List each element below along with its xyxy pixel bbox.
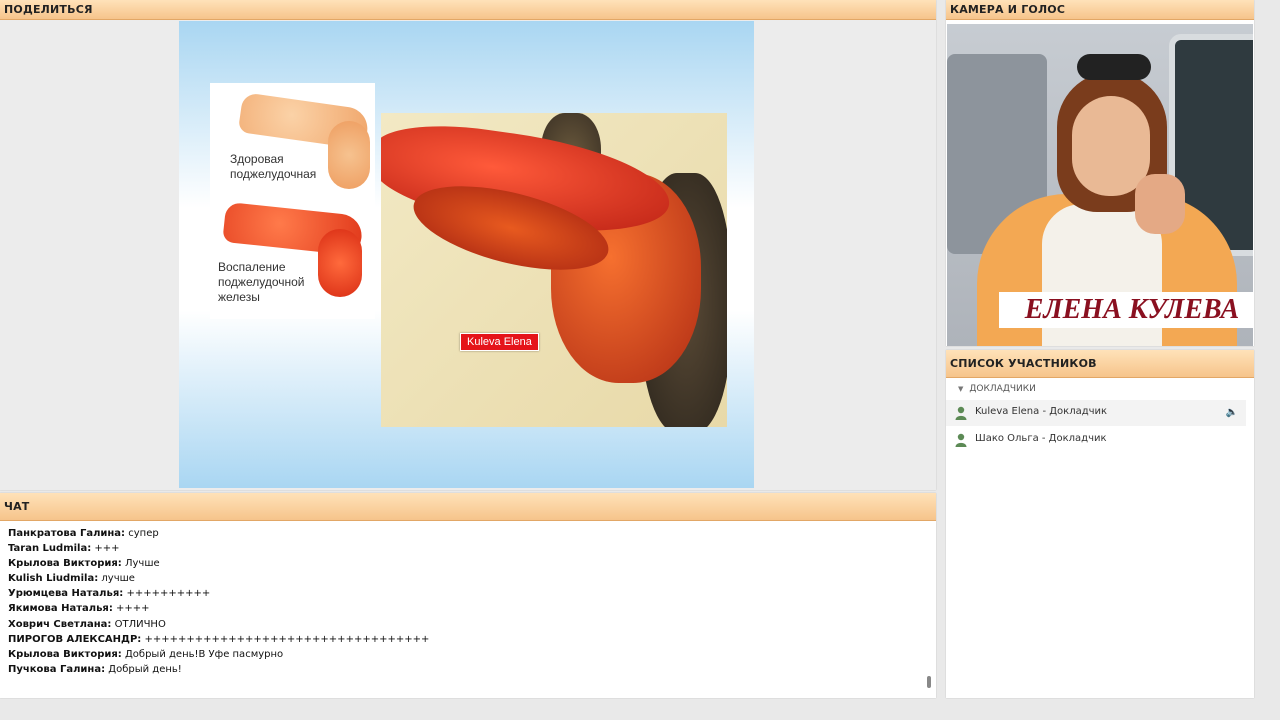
- chat-message: Taran Ludmila: +++: [8, 543, 120, 554]
- chat-text: лучше: [101, 573, 135, 584]
- chat-scrollbar[interactable]: [927, 676, 931, 688]
- chat-text: ++++++++++++++++++++++++++++++++++: [144, 634, 430, 645]
- speaker-icon[interactable]: 🔈: [1226, 407, 1238, 418]
- chat-author: Ховрич Светлана:: [8, 619, 112, 630]
- chat-text: +++: [94, 543, 120, 554]
- participant-row[interactable]: Шако Ольга - Докладчик: [946, 427, 1246, 453]
- inflamed-pancreas-image-part: [318, 229, 362, 297]
- user-icon: [955, 433, 967, 447]
- chat-author: Пучкова Галина:: [8, 664, 106, 675]
- slide-label-healthy: Здоровая поджелудочная: [230, 152, 317, 181]
- participants-group[interactable]: ▼ ДОКЛАДЧИКИ: [958, 384, 1036, 394]
- chat-author: Урюмцева Наталья:: [8, 588, 124, 599]
- camera-panel: КАМЕРА И ГОЛОС ЕЛЕНА КУЛЕВА: [946, 0, 1254, 346]
- share-panel-header: ПОДЕЛИТЬСЯ: [0, 0, 936, 20]
- user-icon: [955, 406, 967, 420]
- chat-message: Крылова Виктория: Добрый день!В Уфе пасм…: [8, 649, 283, 660]
- camera-header: КАМЕРА И ГОЛОС: [946, 0, 1254, 20]
- participant-name: Kuleva Elena - Докладчик: [975, 406, 1108, 417]
- chat-text: супер: [128, 528, 159, 539]
- chat-text: ++++: [116, 603, 150, 614]
- chat-author: ПИРОГОВ АЛЕКСАНДР:: [8, 634, 142, 645]
- chat-panel: ЧАТ Панкратова Галина: супер Taran Ludmi…: [0, 493, 936, 698]
- webcam-video: ЕЛЕНА КУЛЕВА: [947, 24, 1253, 346]
- chat-author: Крылова Виктория:: [8, 649, 122, 660]
- chat-author: Крылова Виктория:: [8, 558, 122, 569]
- chat-message: Крылова Виктория: Лучше: [8, 558, 160, 569]
- presentation-slide: Здоровая поджелудочная Воспаление поджел…: [179, 21, 754, 488]
- chat-header: ЧАТ: [0, 493, 936, 521]
- presenter-cursor-tag: Kuleva Elena: [460, 333, 539, 351]
- chat-message: Якимова Наталья: ++++: [8, 603, 150, 614]
- chat-text: ++++++++++: [126, 588, 211, 599]
- chat-author: Taran Ludmila:: [8, 543, 92, 554]
- slide-left-illustration: Здоровая поджелудочная Воспаление поджел…: [210, 83, 375, 319]
- slide-label-inflamed: Воспаление поджелудочной железы: [218, 260, 305, 304]
- collapse-triangle-icon[interactable]: ▼: [958, 385, 963, 393]
- chat-message: Пучкова Галина: Добрый день!: [8, 664, 182, 675]
- healthy-pancreas-image-part: [328, 121, 370, 189]
- chat-text: Добрый день!В Уфе пасмурно: [124, 649, 284, 660]
- chat-message: Ховрич Светлана: ОТЛИЧНО: [8, 619, 166, 630]
- chat-message: ПИРОГОВ АЛЕКСАНДР: +++++++++++++++++++++…: [8, 634, 429, 645]
- chat-text: ОТЛИЧНО: [114, 619, 166, 630]
- participants-header: СПИСОК УЧАСТНИКОВ: [946, 350, 1254, 378]
- chat-text: Добрый день!: [108, 664, 182, 675]
- chat-text: Лучше: [124, 558, 160, 569]
- sunglasses: [1077, 54, 1151, 80]
- pancreas-photo: [381, 113, 727, 427]
- share-panel: ПОДЕЛИТЬСЯ Здоровая поджелудочная Воспал…: [0, 0, 936, 490]
- chat-author: Якимова Наталья:: [8, 603, 113, 614]
- chat-message: Панкратова Галина: супер: [8, 528, 159, 539]
- chat-message: Урюмцева Наталья: ++++++++++: [8, 588, 210, 599]
- participants-panel: СПИСОК УЧАСТНИКОВ ▼ ДОКЛАДЧИКИ Kuleva Ele…: [946, 350, 1254, 698]
- group-label: ДОКЛАДЧИКИ: [969, 384, 1036, 394]
- chat-author: Kulish Liudmila:: [8, 573, 99, 584]
- presenter-name-banner: ЕЛЕНА КУЛЕВА: [999, 292, 1253, 328]
- presenter-hand: [1135, 174, 1185, 234]
- chat-author: Панкратова Галина:: [8, 528, 126, 539]
- chat-message: Kulish Liudmila: лучше: [8, 573, 135, 584]
- chat-messages[interactable]: Панкратова Галина: супер Taran Ludmila: …: [0, 521, 920, 696]
- participant-name: Шако Ольга - Докладчик: [975, 433, 1107, 444]
- participant-row[interactable]: Kuleva Elena - Докладчик 🔈: [946, 400, 1246, 426]
